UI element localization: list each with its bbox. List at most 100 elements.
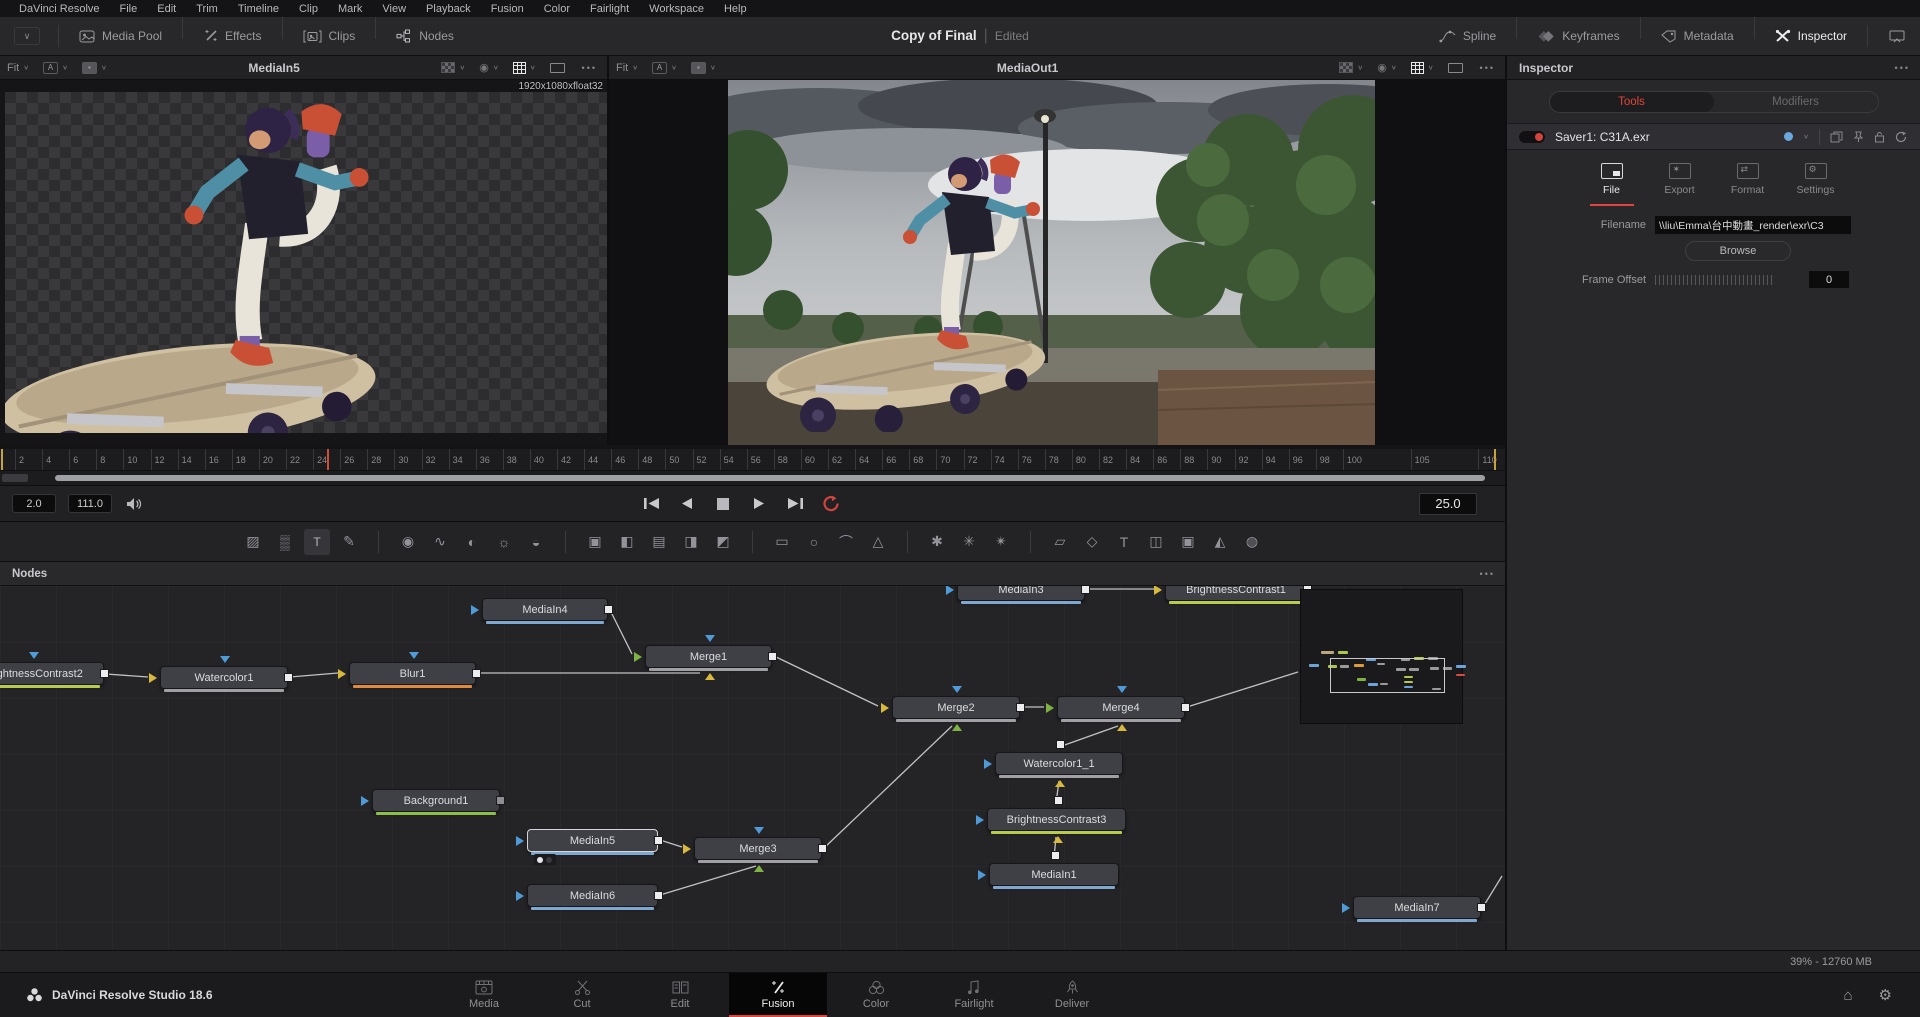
tool-channel-booleans-icon[interactable]: ▤: [646, 529, 672, 555]
tool-text-plus-icon[interactable]: T: [304, 529, 330, 555]
tool-color-corrector-icon[interactable]: ◉: [395, 529, 421, 555]
tool-background-icon[interactable]: ▨: [240, 529, 266, 555]
nodes-panel-menu[interactable]: •••: [1470, 569, 1505, 579]
effects-button[interactable]: Effects: [189, 17, 275, 55]
node-Merge4[interactable]: Merge4: [1057, 696, 1185, 719]
menu-view[interactable]: View: [373, 2, 415, 16]
copy-settings-icon[interactable]: [1830, 131, 1843, 143]
playhead[interactable]: [327, 449, 329, 471]
node-editor-canvas[interactable]: BrightnessContrast2Watercolor1Blur1Media…: [0, 586, 1505, 950]
tool-paint-icon[interactable]: ✎: [336, 529, 362, 555]
saver-tab-file[interactable]: File: [1590, 163, 1634, 206]
menu-davinci-resolve[interactable]: DaVinci Resolve: [10, 2, 109, 16]
tool-renderer-3d-icon[interactable]: ◍: [1239, 529, 1265, 555]
filename-input[interactable]: \\liu\Emma\台中動畫_render\exr\C3: [1655, 216, 1851, 234]
right-viewer-canvas[interactable]: [609, 80, 1505, 445]
chevron-down-icon[interactable]: ∨: [1803, 133, 1809, 140]
rgb-channels-dropdown[interactable]: ◉∨: [472, 61, 505, 74]
node-MediaIn7[interactable]: MediaIn7: [1353, 896, 1481, 919]
left-viewer-channel-a-dropdown[interactable]: A∨: [36, 62, 75, 74]
pin-icon[interactable]: [1853, 131, 1864, 143]
tool-shape-3d-icon[interactable]: ◇: [1079, 529, 1105, 555]
tool-image-plane-3d-icon[interactable]: ▱: [1047, 529, 1073, 555]
keyframes-button[interactable]: Keyframes: [1523, 17, 1633, 55]
tool-cineon-log-icon[interactable]: ◒: [523, 529, 549, 555]
inspector-menu[interactable]: •••: [1885, 63, 1920, 73]
node-MediaIn1[interactable]: MediaIn1: [989, 863, 1119, 886]
rgb-channels-dropdown[interactable]: ◉∨: [1370, 61, 1403, 74]
left-viewer-menu[interactable]: •••: [572, 63, 607, 73]
render-range-end[interactable]: 111.0: [68, 494, 112, 513]
minimap-viewport[interactable]: [1330, 658, 1445, 693]
tool-ellipse-mask-icon[interactable]: ○: [801, 529, 827, 555]
tool-particle-merge-icon[interactable]: ✳: [956, 529, 982, 555]
page-tab-fusion[interactable]: Fusion: [729, 973, 827, 1017]
menu-fairlight[interactable]: Fairlight: [581, 2, 638, 16]
guides-button[interactable]: [1441, 63, 1470, 73]
nodes-button[interactable]: Nodes: [382, 17, 468, 55]
timeline-zoom-handle[interactable]: [2, 474, 28, 482]
checker-underlay-dropdown[interactable]: ∨: [434, 62, 472, 73]
timeline-ruler[interactable]: 2468101214161820222426283032343638404244…: [0, 449, 1505, 471]
tool-fast-noise-icon[interactable]: ▒: [272, 529, 298, 555]
tool-alpha-divide-icon[interactable]: ◩: [710, 529, 736, 555]
saver-node-header[interactable]: Saver1: C31A.exr ∨: [1507, 123, 1920, 150]
tool-camera-3d-icon[interactable]: ▣: [1175, 529, 1201, 555]
metadata-button[interactable]: Metadata: [1647, 17, 1748, 55]
loop-button[interactable]: [820, 493, 842, 515]
node-Merge1[interactable]: Merge1: [645, 645, 772, 668]
timeline-scrollbar[interactable]: [55, 475, 1485, 481]
menu-workspace[interactable]: Workspace: [640, 2, 713, 16]
menu-playback[interactable]: Playback: [417, 2, 480, 16]
menu-edit[interactable]: Edit: [148, 2, 185, 16]
tool-particle-emitter-icon[interactable]: ✱: [924, 529, 950, 555]
right-viewer-buffer-dropdown[interactable]: ▪∨: [684, 62, 723, 74]
clips-button[interactable]: Clips: [289, 17, 370, 55]
browse-button[interactable]: Browse: [1685, 241, 1791, 261]
tool-matte-control-icon[interactable]: ◧: [614, 529, 640, 555]
tool-particle-render-icon[interactable]: ✴: [988, 529, 1014, 555]
node-MediaIn6[interactable]: MediaIn6: [527, 884, 658, 907]
page-tab-fairlight[interactable]: Fairlight: [925, 973, 1023, 1017]
menu-trim[interactable]: Trim: [187, 2, 227, 16]
saver-tab-settings[interactable]: ⚙Settings: [1794, 163, 1838, 206]
menu-color[interactable]: Color: [535, 2, 579, 16]
menu-mark[interactable]: Mark: [329, 2, 371, 16]
node-MediaIn5[interactable]: MediaIn5: [527, 829, 658, 852]
settings-gear-icon[interactable]: ⚙: [1879, 986, 1892, 1004]
frame-offset-value[interactable]: 0: [1809, 271, 1849, 288]
reset-icon[interactable]: [1895, 131, 1908, 143]
menu-timeline[interactable]: Timeline: [229, 2, 288, 16]
left-viewer-fit-dropdown[interactable]: Fit∨: [0, 62, 36, 74]
version-color-dot[interactable]: [1784, 132, 1793, 141]
tab-tools[interactable]: Tools: [1550, 92, 1714, 112]
grid-overlay-dropdown[interactable]: ∨: [506, 62, 543, 74]
node-Watercolor1_1[interactable]: Watercolor1_1: [995, 752, 1123, 775]
play-reverse-button[interactable]: [676, 493, 698, 515]
tool-bspline-mask-icon[interactable]: ⌒: [833, 529, 859, 555]
node-enable-toggle[interactable]: [1519, 131, 1545, 143]
node-Merge2[interactable]: Merge2: [892, 696, 1020, 719]
tool-hue-curves-icon[interactable]: ☼: [491, 529, 517, 555]
home-icon[interactable]: ⌂: [1843, 987, 1852, 1004]
page-tab-media[interactable]: Media: [435, 973, 533, 1017]
page-tab-edit[interactable]: Edit: [631, 973, 729, 1017]
tool-merge-3d-icon[interactable]: ◫: [1143, 529, 1169, 555]
render-range-start[interactable]: 2.0: [12, 494, 56, 513]
node-BrightnessContrast2[interactable]: BrightnessContrast2: [0, 662, 104, 685]
grid-overlay-dropdown[interactable]: ∨: [1404, 62, 1441, 74]
media-pool-button[interactable]: Media Pool: [65, 17, 176, 55]
stop-button[interactable]: [712, 493, 734, 515]
saver-tab-format[interactable]: ⇄Format: [1726, 163, 1770, 206]
guides-button[interactable]: [543, 63, 572, 73]
spline-button[interactable]: Spline: [1425, 17, 1510, 55]
page-tab-deliver[interactable]: Deliver: [1023, 973, 1121, 1017]
page-tab-cut[interactable]: Cut: [533, 973, 631, 1017]
panel-layout-icon[interactable]: [1874, 30, 1920, 43]
menu-help[interactable]: Help: [715, 2, 756, 16]
tool-rectangle-mask-icon[interactable]: ▭: [769, 529, 795, 555]
audio-mute-button[interactable]: [126, 497, 142, 511]
frame-rate-display[interactable]: 25.0: [1419, 493, 1477, 515]
node-BrightnessContrast3[interactable]: BrightnessContrast3: [987, 808, 1126, 831]
right-viewer-fit-dropdown[interactable]: Fit∨: [609, 62, 645, 74]
